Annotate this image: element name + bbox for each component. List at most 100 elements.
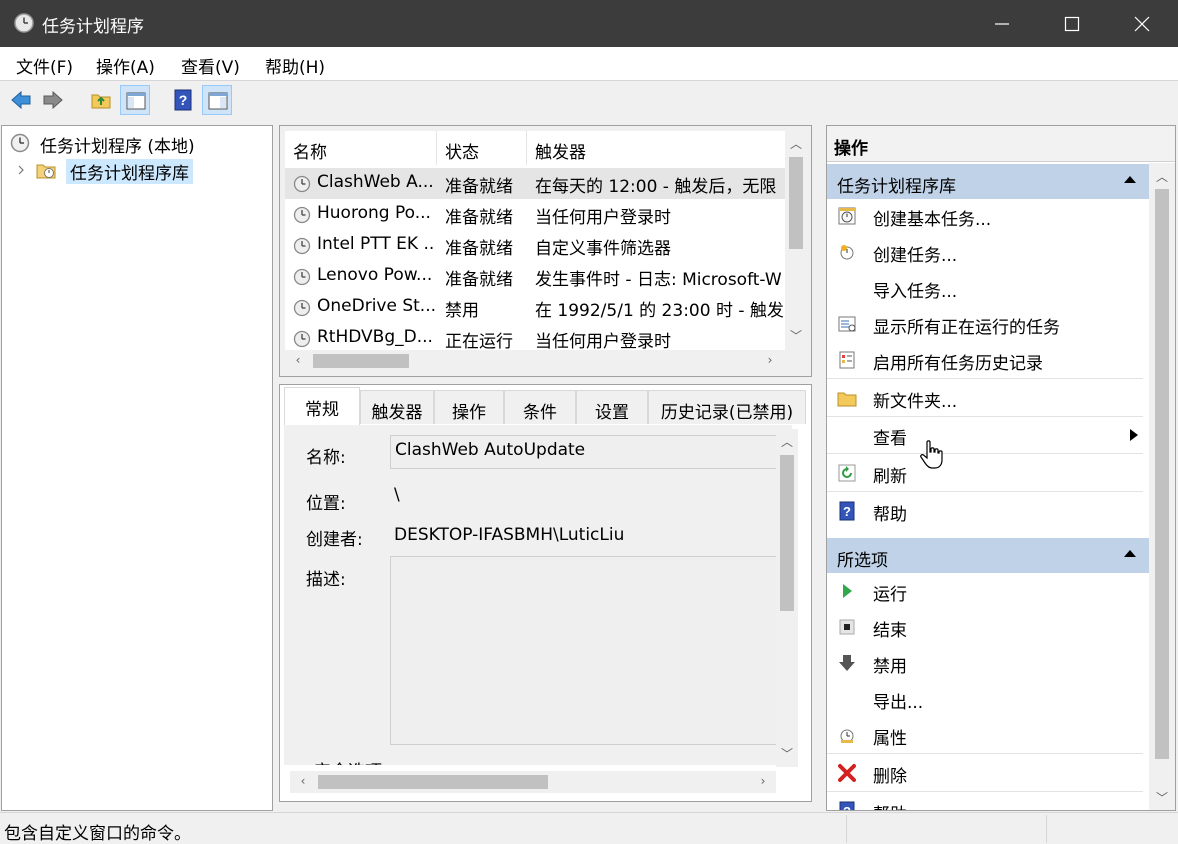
- section-header-library[interactable]: 任务计划程序库: [827, 163, 1149, 199]
- task-detail-pane: 常规 触发器 操作 条件 设置 历史记录(已禁用) 名称: ClashWeb A…: [279, 384, 812, 802]
- action-display-running-tasks[interactable]: 显示所有正在运行的任务: [827, 307, 1143, 343]
- task-trigger: 发生事件时 - 日志: Microsoft-W: [535, 270, 782, 290]
- maximize-button[interactable]: [1037, 0, 1107, 47]
- toolbar: ?: [0, 81, 1178, 119]
- action-create-task[interactable]: 创建任务...: [827, 235, 1143, 271]
- action-help[interactable]: ? 帮助: [827, 494, 1143, 530]
- minimize-button[interactable]: [967, 0, 1037, 47]
- action-view[interactable]: 查看: [827, 418, 1143, 454]
- section-header-selected-item[interactable]: 所选项: [827, 537, 1149, 573]
- scroll-left-icon[interactable]: ‹: [289, 353, 307, 367]
- running-tasks-icon: [838, 316, 856, 332]
- column-header-name[interactable]: 名称: [285, 131, 437, 165]
- scrollbar-thumb[interactable]: [318, 775, 548, 789]
- action-delete[interactable]: 删除: [827, 756, 1143, 792]
- detail-vertical-scrollbar[interactable]: ︿ ﹀: [776, 429, 798, 767]
- actions-pane-title: 操作: [827, 126, 1175, 162]
- menu-view[interactable]: 查看(V): [181, 53, 240, 78]
- description-label: 描述:: [306, 570, 346, 590]
- task-clock-icon: [293, 237, 311, 255]
- help-toolbar-button[interactable]: ?: [168, 85, 198, 115]
- window-title: 任务计划程序: [42, 17, 144, 37]
- task-list-horizontal-scrollbar[interactable]: ‹ ›: [285, 350, 785, 372]
- actions-vertical-scrollbar[interactable]: ︿ ﹀: [1149, 163, 1175, 810]
- action-properties[interactable]: 属性: [827, 718, 1143, 754]
- help-icon: ?: [839, 501, 855, 521]
- scroll-down-icon[interactable]: ﹀: [787, 327, 805, 344]
- action-export[interactable]: 导出...: [827, 682, 1143, 718]
- back-button[interactable]: [6, 85, 36, 115]
- show-hide-action-pane-button[interactable]: [202, 85, 232, 115]
- new-folder-icon: [837, 392, 857, 407]
- up-folder-button[interactable]: [86, 85, 116, 115]
- collapse-up-icon[interactable]: [1123, 174, 1137, 184]
- scroll-right-icon[interactable]: ›: [761, 353, 779, 367]
- task-description-field[interactable]: [390, 556, 790, 745]
- menu-help[interactable]: 帮助(H): [265, 53, 325, 78]
- scroll-down-icon[interactable]: ﹀: [1153, 789, 1171, 806]
- task-trigger: 在每天的 12:00 - 触发后，无限: [535, 177, 777, 197]
- task-row[interactable]: Huorong Po... 准备就绪 当任何用户登录时: [285, 199, 785, 230]
- task-status: 准备就绪: [445, 177, 513, 197]
- collapse-up-icon[interactable]: [1123, 548, 1137, 558]
- task-row[interactable]: RtHDVBg_D... 正在运行 当任何用户登录时: [285, 323, 785, 350]
- tree-label-root: 任务计划程序 (本地): [40, 137, 195, 157]
- menu-action[interactable]: 操作(A): [96, 53, 155, 78]
- close-button[interactable]: [1107, 0, 1177, 47]
- menu-file[interactable]: 文件(F): [16, 53, 73, 78]
- tree-item-task-scheduler-local[interactable]: 任务计划程序 (本地): [2, 130, 272, 157]
- status-divider: [846, 815, 847, 843]
- back-arrow-icon: [11, 90, 31, 110]
- task-row[interactable]: OneDrive St... 禁用 在 1992/5/1 的 23:00 时 -…: [285, 292, 785, 323]
- task-author-field: DESKTOP-IFASBMH\LuticLiu: [390, 521, 790, 551]
- action-enable-all-history[interactable]: 启用所有任务历史记录: [827, 343, 1143, 379]
- action-run[interactable]: 运行: [827, 574, 1143, 610]
- scroll-down-icon[interactable]: ﹀: [778, 745, 796, 762]
- tab-general[interactable]: 常规: [284, 387, 360, 425]
- scroll-up-icon[interactable]: ︿: [1153, 168, 1171, 185]
- scroll-left-icon[interactable]: ‹: [294, 774, 312, 788]
- scroll-up-icon[interactable]: ︿: [787, 135, 805, 152]
- tab-history[interactable]: 历史记录(已禁用): [648, 390, 806, 424]
- action-help-selected[interactable]: ? 帮助: [827, 794, 1143, 810]
- tab-actions[interactable]: 操作: [434, 390, 504, 424]
- task-list: 名称 状态 触发器 ClashWeb A... 准备就绪 在每天的 12:00 …: [285, 131, 785, 350]
- show-hide-action-pane-icon: [208, 92, 228, 110]
- task-name-field[interactable]: ClashWeb AutoUpdate: [390, 435, 790, 469]
- detail-horizontal-scrollbar[interactable]: ‹ ›: [290, 771, 776, 793]
- action-create-basic-task[interactable]: 创建基本任务...: [827, 199, 1143, 235]
- tree-item-task-scheduler-library[interactable]: 任务计划程序库: [2, 157, 272, 184]
- scrollbar-thumb[interactable]: [313, 354, 409, 368]
- show-hide-console-tree-icon: [126, 92, 146, 110]
- section-title-library: 任务计划程序库: [837, 177, 956, 197]
- task-name: Lenovo Pow...: [317, 265, 433, 285]
- section-title-selected-item: 所选项: [837, 551, 888, 571]
- refresh-icon: [838, 464, 856, 482]
- task-status: 正在运行: [445, 332, 513, 350]
- task-row[interactable]: ClashWeb A... 准备就绪 在每天的 12:00 - 触发后，无限: [285, 168, 785, 199]
- action-end[interactable]: 结束: [827, 610, 1143, 646]
- action-refresh[interactable]: 刷新: [827, 456, 1143, 492]
- column-header-trigger[interactable]: 触发器: [527, 131, 785, 165]
- tab-conditions[interactable]: 条件: [504, 390, 576, 424]
- column-header-status[interactable]: 状态: [437, 131, 527, 165]
- scrollbar-thumb[interactable]: [1155, 189, 1169, 759]
- scrollbar-thumb[interactable]: [780, 455, 794, 611]
- show-hide-console-tree-button[interactable]: [120, 85, 150, 115]
- actions-pane: 操作 任务计划程序库 创建基本任务... 创建任务... 导入任务... 显示所…: [826, 125, 1176, 811]
- task-list-vertical-scrollbar[interactable]: ︿ ﹀: [785, 131, 807, 350]
- chevron-right-icon[interactable]: [16, 165, 26, 175]
- tab-triggers[interactable]: 触发器: [360, 390, 434, 424]
- scrollbar-thumb[interactable]: [789, 157, 803, 249]
- task-name: Intel PTT EK ...: [317, 234, 435, 254]
- general-tab-content: 名称: ClashWeb AutoUpdate 位置: \ 创建者: DESKT…: [284, 425, 792, 765]
- action-import-task[interactable]: 导入任务...: [827, 271, 1143, 307]
- scroll-up-icon[interactable]: ︿: [778, 433, 796, 450]
- action-disable[interactable]: 禁用: [827, 646, 1143, 682]
- scroll-right-icon[interactable]: ›: [754, 774, 772, 788]
- task-row[interactable]: Intel PTT EK ... 准备就绪 自定义事件筛选器: [285, 230, 785, 261]
- tab-settings[interactable]: 设置: [576, 390, 648, 424]
- action-new-folder[interactable]: 新文件夹...: [827, 381, 1143, 417]
- task-row[interactable]: Lenovo Pow... 准备就绪 发生事件时 - 日志: Microsoft…: [285, 261, 785, 292]
- forward-button[interactable]: [38, 85, 68, 115]
